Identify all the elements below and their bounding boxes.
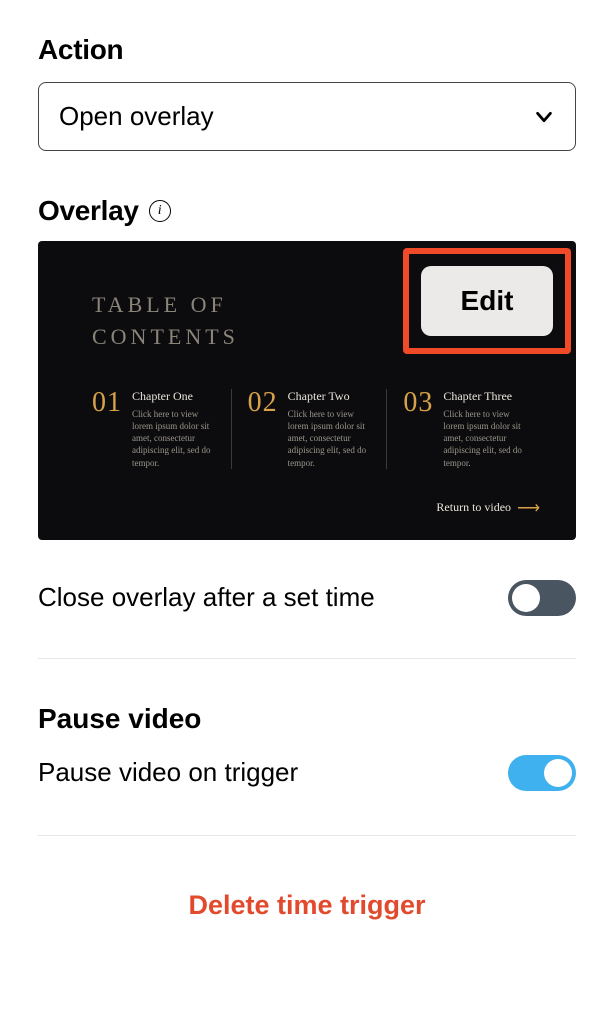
toc-title: TABLE OF CONTENTS (92, 289, 239, 353)
close-overlay-label: Close overlay after a set time (38, 582, 375, 613)
chapter-item: 03 Chapter Three Click here to view lore… (386, 389, 542, 469)
return-to-video: Return to video ⟶ (436, 498, 540, 518)
toc-chapters: 01 Chapter One Click here to view lorem … (92, 389, 542, 469)
overlay-label: Overlay (38, 195, 139, 227)
edit-button[interactable]: Edit (421, 266, 553, 336)
chevron-down-icon (533, 106, 555, 128)
action-label: Action (38, 34, 576, 66)
edit-highlight: Edit (403, 248, 571, 354)
overlay-preview[interactable]: TABLE OF CONTENTS 01 Chapter One Click h… (38, 241, 576, 540)
pause-video-title: Pause video (38, 703, 576, 735)
delete-time-trigger-button[interactable]: Delete time trigger (38, 890, 576, 921)
pause-video-label: Pause video on trigger (38, 757, 298, 788)
action-select[interactable]: Open overlay (38, 82, 576, 151)
divider (38, 658, 576, 659)
info-icon[interactable]: i (149, 200, 171, 222)
action-selected-value: Open overlay (59, 101, 214, 132)
chapter-item: 02 Chapter Two Click here to view lorem … (231, 389, 387, 469)
arrow-right-icon: ⟶ (517, 498, 540, 518)
pause-video-toggle[interactable] (508, 755, 576, 791)
close-overlay-toggle[interactable] (508, 580, 576, 616)
divider (38, 835, 576, 836)
chapter-item: 01 Chapter One Click here to view lorem … (92, 389, 231, 469)
